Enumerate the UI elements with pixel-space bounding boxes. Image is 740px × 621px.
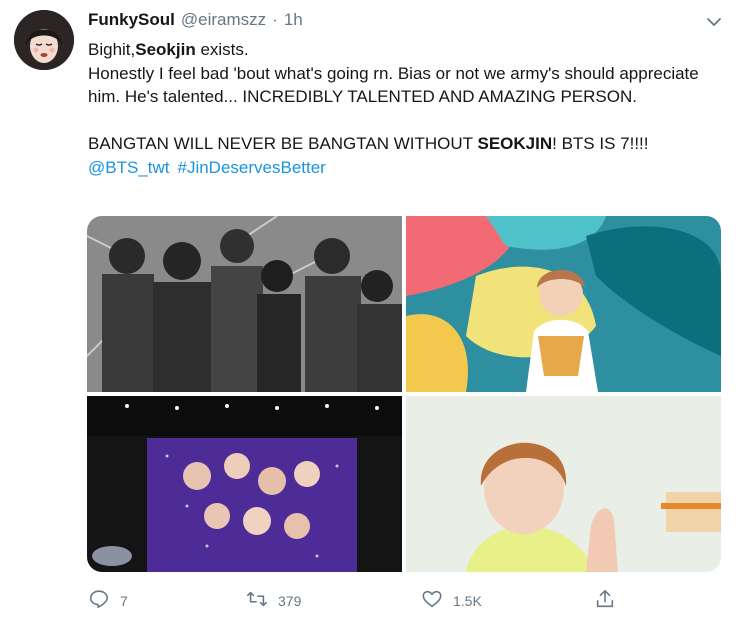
bold-name-2: SEOKJIN [477,134,553,153]
separator-dot: · [272,10,278,29]
bold-name: Seokjin [135,40,196,59]
tweet[interactable]: FunkySoul @eiramszz · 1h Bighit,Seokjin … [0,0,740,621]
tweet-links: @BTS_twt #JinDeservesBetter [88,156,728,180]
tweet-header: FunkySoul @eiramszz · 1h [88,10,303,32]
hashtag-link[interactable]: #JinDeservesBetter [178,158,326,177]
tweet-line-3: BANGTAN WILL NEVER BE BANGTAN WITHOUT SE… [88,134,649,153]
media-photo-3[interactable] [87,396,402,572]
media-photo-4[interactable] [406,396,721,572]
tweet-line-2: Honestly I feel bad 'bout what's going r… [88,63,699,107]
tweet-line-1: Bighit,Seokjin exists. [88,40,249,59]
share-action[interactable] [594,588,616,613]
avatar[interactable] [14,10,74,70]
media-grid [87,216,721,572]
mention-link[interactable]: @BTS_twt [88,158,170,177]
author-display-name[interactable]: FunkySoul [88,10,175,30]
tweet-actions: 7 379 1.5K [88,588,628,612]
reply-action[interactable]: 7 [88,588,128,613]
like-action[interactable]: 1.5K [421,588,482,613]
tweet-timestamp[interactable]: 1h [284,10,303,30]
heart-icon[interactable] [421,588,443,613]
author-handle[interactable]: @eiramszz [181,10,266,30]
retweet-action[interactable]: 379 [246,588,301,613]
media-photo-2[interactable] [406,216,721,392]
like-count: 1.5K [453,592,482,609]
retweet-count: 379 [278,592,302,609]
media-photo-1[interactable] [87,216,402,392]
chevron-down-icon[interactable] [704,12,724,32]
reply-icon[interactable] [88,588,110,613]
retweet-icon[interactable] [246,588,268,613]
share-icon[interactable] [594,588,616,613]
tweet-text: Bighit,Seokjin exists. Honestly I feel b… [88,38,728,179]
reply-count: 7 [120,592,128,609]
